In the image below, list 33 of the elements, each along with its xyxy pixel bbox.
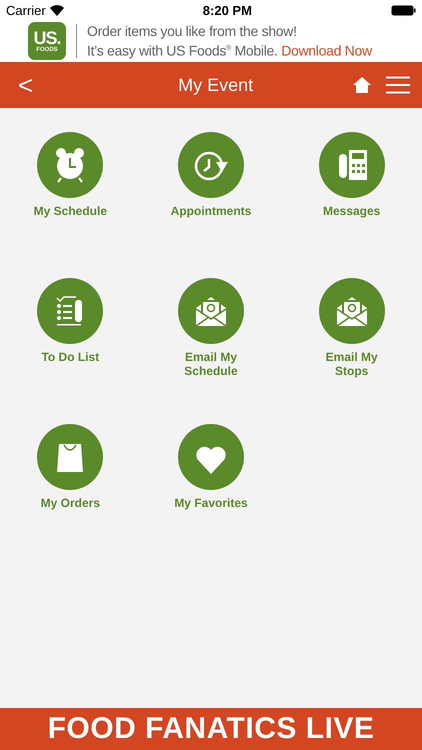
menu-tile[interactable]: Email My Stops bbox=[281, 278, 422, 384]
menu-tile[interactable]: Appointments bbox=[140, 132, 282, 238]
menu-tile[interactable]: To Do List bbox=[0, 278, 141, 384]
home-icon[interactable] bbox=[352, 76, 372, 94]
fax-phone-icon bbox=[318, 132, 385, 198]
menu-tile[interactable]: My Schedule bbox=[0, 132, 141, 238]
envelope-icon bbox=[318, 278, 385, 344]
menu-tile[interactable]: My Orders bbox=[0, 424, 141, 530]
tile-label: My Schedule bbox=[34, 204, 107, 218]
carrier-text: Carrier bbox=[6, 2, 46, 18]
tile-label: My Orders bbox=[40, 496, 100, 510]
checklist-pen-icon bbox=[37, 278, 104, 344]
ad-text: Order items you like from the show! It’s easy with US Foods$^{®}$ Mobile. Download Now bbox=[87, 22, 372, 60]
tile-label: My Favorites bbox=[174, 496, 248, 510]
tile-label: Email My Schedule bbox=[183, 350, 239, 378]
menu-icon[interactable] bbox=[386, 76, 410, 94]
brand-title: FOOD FANATICS LIVE bbox=[48, 712, 374, 746]
tile-label: To Do List bbox=[41, 350, 100, 364]
wifi-icon bbox=[50, 4, 64, 16]
tile-label: Messages bbox=[322, 204, 380, 218]
shopping-bag-icon bbox=[37, 424, 104, 490]
tile-label: Appointments bbox=[170, 204, 252, 218]
menu-tile[interactable]: My Favorites bbox=[140, 424, 282, 530]
menu-tile[interactable]: Email My Schedule bbox=[140, 278, 282, 384]
tile-label: Email My Stops bbox=[324, 350, 379, 378]
alarm-clock-icon bbox=[37, 132, 104, 198]
menu-tile[interactable]: Messages bbox=[281, 132, 422, 238]
envelope-icon bbox=[178, 278, 244, 344]
battery-icon bbox=[391, 4, 416, 16]
clock-time: 8:20 PM bbox=[202, 2, 252, 18]
back-button[interactable]: < bbox=[12, 70, 40, 100]
download-link[interactable]: Download Now bbox=[281, 42, 372, 58]
page-title: My Event bbox=[177, 74, 254, 96]
